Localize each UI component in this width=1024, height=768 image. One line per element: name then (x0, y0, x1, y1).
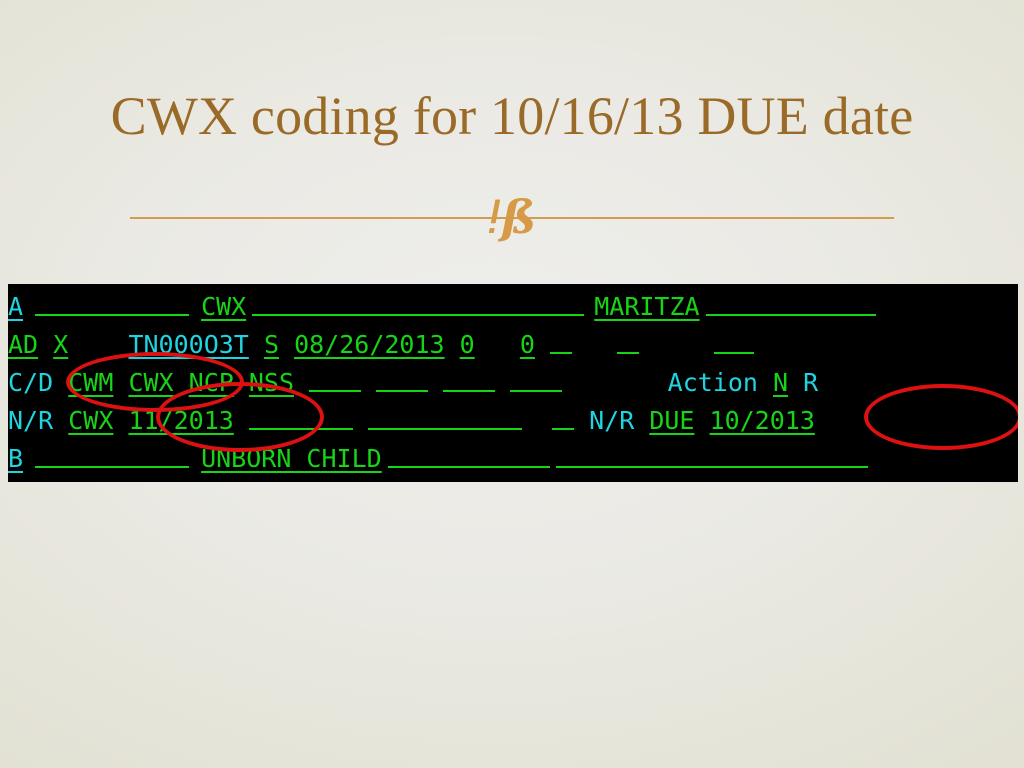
blank-field-ad-3[interactable] (714, 326, 755, 354)
blank-field-after-unborn[interactable] (387, 440, 550, 468)
terminal-row-ad: AD X TN000O3T S 08/26/2013 0 0 (8, 326, 1018, 364)
value-ad-x: X (53, 330, 69, 359)
blank-field-cd-4[interactable] (510, 364, 563, 392)
blank-field-ad-2[interactable] (617, 326, 640, 354)
value-case-number: TN000O3T (128, 330, 249, 359)
title-block: CWX coding for 10/16/13 DUE date (0, 84, 1024, 148)
value-due-date: 10/2013 (709, 406, 815, 435)
field-label-s: S (263, 330, 279, 359)
value-zero-1: 0 (459, 330, 475, 359)
value-cwm: CWM (68, 368, 114, 397)
field-label-a: A (8, 292, 24, 321)
field-label-ad: AD (8, 330, 39, 359)
flourish-ornament-icon: ǃß (487, 190, 537, 245)
blank-field-a[interactable] (35, 288, 190, 316)
value-action-n: N (773, 368, 789, 397)
value-nr-date: 11/2013 (128, 406, 234, 435)
terminal-screenshot: A CWX MARITZA AD X TN000O3T S 08/26/2013… (8, 284, 1018, 482)
terminal-content: A CWX MARITZA AD X TN000O3T S 08/26/2013… (8, 284, 1018, 482)
label-action: Action (667, 368, 758, 397)
blank-field-nr-3[interactable] (552, 402, 575, 430)
value-nr-cwx: CWX (68, 406, 114, 435)
value-unborn-child: UNBORN CHILD (201, 444, 382, 473)
blank-field-after-maritza[interactable] (705, 288, 876, 316)
value-zero-2: 0 (519, 330, 535, 359)
field-label-b: B (8, 444, 24, 473)
terminal-row-nr: N/R CWX 11/2013 N/R DUE 10/2013 (8, 402, 1018, 440)
field-label-nr-left: N/R (8, 406, 54, 435)
terminal-row-b: B UNBORN CHILD (8, 440, 1018, 478)
decorative-divider: ǃß (130, 190, 894, 245)
field-label-cd: C/D (8, 368, 54, 397)
label-due: DUE (649, 406, 695, 435)
blank-field-cd-1[interactable] (309, 364, 362, 392)
blank-field-cd-2[interactable] (376, 364, 429, 392)
blank-field-nr-2[interactable] (367, 402, 522, 430)
blank-field-b[interactable] (35, 440, 190, 468)
value-cwx-top: CWX (201, 292, 247, 321)
terminal-row-cd: C/D CWM CWX NCP NSS Action N R (8, 364, 1018, 402)
value-maritza: MARITZA (594, 292, 700, 321)
blank-field-after-cwx[interactable] (252, 288, 585, 316)
blank-field-ad-1[interactable] (549, 326, 572, 354)
value-ncp: NCP (188, 368, 234, 397)
value-cwx-cd: CWX (128, 368, 174, 397)
page-title: CWX coding for 10/16/13 DUE date (110, 86, 914, 146)
blank-field-b-far-right[interactable] (555, 440, 868, 468)
value-action-r: R (803, 368, 819, 397)
value-nss: NSS (248, 368, 295, 397)
blank-field-nr-1[interactable] (248, 402, 353, 430)
field-label-nr-right: N/R (589, 406, 635, 435)
blank-field-cd-3[interactable] (443, 364, 496, 392)
value-date-08262013: 08/26/2013 (294, 330, 445, 359)
presentation-slide: CWX coding for 10/16/13 DUE date ǃß A CW… (0, 0, 1024, 768)
terminal-row-a: A CWX MARITZA (8, 288, 1018, 326)
